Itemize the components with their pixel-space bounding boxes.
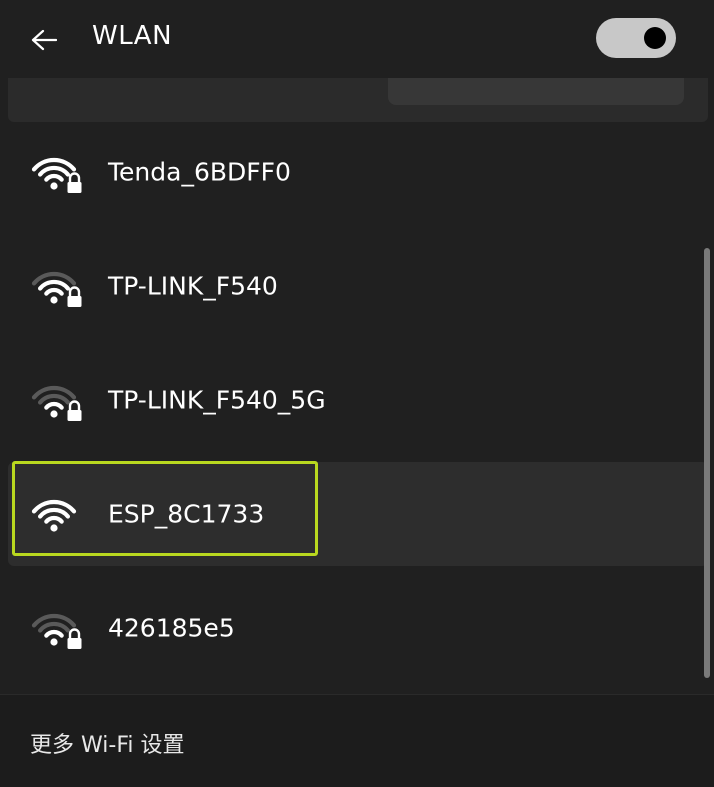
wifi-open-icon — [31, 499, 77, 532]
network-item[interactable]: TP-LINK_F540_5G — [8, 348, 708, 452]
network-ssid: 426185e5 — [108, 613, 235, 643]
network-item[interactable]: Tenda_6BDFF0 — [8, 120, 708, 224]
network-list: Tenda_6BDFF0 TP-LINK_F540 TP-LINK_F540_5… — [8, 78, 708, 690]
network-ssid: TP-LINK_F540_5G — [108, 385, 326, 415]
network-item[interactable]: 426185e5 — [8, 576, 708, 680]
wifi-secured-icon — [31, 385, 83, 422]
network-ssid: ESP_8C1733 — [108, 499, 265, 529]
toggle-knob — [644, 27, 666, 49]
wlan-panel: WLAN Tenda_6BDFF0 TP-LINK_F540 TP-LINK_F… — [0, 0, 714, 787]
network-ssid: Tenda_6BDFF0 — [108, 157, 291, 187]
arrow-left-icon — [31, 29, 57, 51]
page-title: WLAN — [92, 21, 173, 51]
panel-footer: 更多 Wi-Fi 设置 — [0, 694, 714, 787]
previous-network-item — [8, 78, 708, 122]
network-ssid: TP-LINK_F540 — [108, 271, 278, 301]
scrollbar-thumb[interactable] — [704, 248, 710, 678]
wifi-secured-icon — [31, 271, 83, 308]
wifi-secured-icon — [31, 613, 83, 650]
network-item-selected[interactable]: ESP_8C1733 — [8, 462, 708, 566]
network-item[interactable]: TP-LINK_F540 — [8, 234, 708, 338]
previous-item-button[interactable] — [388, 78, 684, 105]
wifi-toggle[interactable] — [596, 18, 676, 58]
more-wifi-settings-link[interactable]: 更多 Wi-Fi 设置 — [30, 727, 184, 759]
wifi-secured-icon — [31, 157, 83, 194]
panel-header: WLAN — [0, 0, 714, 78]
back-button[interactable] — [22, 18, 66, 62]
